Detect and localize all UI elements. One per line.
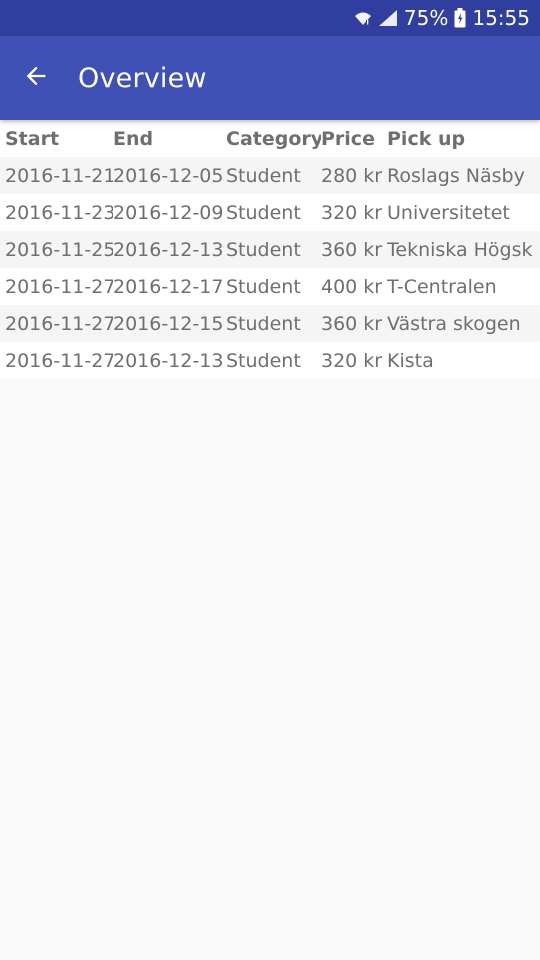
status-bar: 75% 15:55 [0, 0, 540, 36]
cell-pickup: Universitetet [387, 194, 540, 231]
cell-category: Student [226, 305, 321, 342]
app-bar: Overview [0, 36, 540, 120]
column-header-end: End [113, 120, 226, 157]
column-header-category: Category [226, 120, 321, 157]
cell-price: 400 kr [321, 268, 387, 305]
cell-start: 2016-11-25 [0, 231, 113, 268]
cell-end: 2016-12-05 [113, 157, 226, 194]
table-header-row: Start End Category Price Pick up [0, 120, 540, 157]
column-header-pickup: Pick up [387, 120, 540, 157]
cell-start: 2016-11-27 [0, 342, 113, 379]
page-title: Overview [78, 62, 207, 94]
cell-price: 320 kr [321, 194, 387, 231]
cell-pickup: Roslags Näsby [387, 157, 540, 194]
cell-price: 280 kr [321, 157, 387, 194]
cell-price: 360 kr [321, 231, 387, 268]
overview-table: Start End Category Price Pick up 2016-11… [0, 120, 540, 379]
cell-end: 2016-12-17 [113, 268, 226, 305]
cell-category: Student [226, 342, 321, 379]
wifi-icon [354, 9, 372, 27]
table-row[interactable]: 2016-11-27 2016-12-15 Student 360 kr Väs… [0, 305, 540, 342]
cell-pickup: Västra skogen [387, 305, 540, 342]
cell-pickup: Kista [387, 342, 540, 379]
clock: 15:55 [472, 6, 530, 30]
cell-start: 2016-11-23 [0, 194, 113, 231]
cell-category: Student [226, 194, 321, 231]
cell-end: 2016-12-13 [113, 231, 226, 268]
table-row[interactable]: 2016-11-25 2016-12-13 Student 360 kr Tek… [0, 231, 540, 268]
battery-icon [454, 8, 466, 28]
back-button[interactable] [8, 50, 64, 106]
cell-start: 2016-11-27 [0, 268, 113, 305]
cell-price: 320 kr [321, 342, 387, 379]
cell-category: Student [226, 268, 321, 305]
column-header-start: Start [0, 120, 113, 157]
column-header-price: Price [321, 120, 387, 157]
cell-end: 2016-12-13 [113, 342, 226, 379]
cell-start: 2016-11-27 [0, 305, 113, 342]
cell-category: Student [226, 157, 321, 194]
signal-icon [378, 9, 398, 27]
cell-price: 360 kr [321, 305, 387, 342]
cell-pickup: Tekniska Högsk [387, 231, 540, 268]
cell-end: 2016-12-09 [113, 194, 226, 231]
table-row[interactable]: 2016-11-27 2016-12-13 Student 320 kr Kis… [0, 342, 540, 379]
cell-start: 2016-11-21 [0, 157, 113, 194]
arrow-left-icon [22, 62, 50, 94]
cell-end: 2016-12-15 [113, 305, 226, 342]
table-row[interactable]: 2016-11-27 2016-12-17 Student 400 kr T-C… [0, 268, 540, 305]
table-row[interactable]: 2016-11-21 2016-12-05 Student 280 kr Ros… [0, 157, 540, 194]
cell-pickup: T-Centralen [387, 268, 540, 305]
table-row[interactable]: 2016-11-23 2016-12-09 Student 320 kr Uni… [0, 194, 540, 231]
cell-category: Student [226, 231, 321, 268]
battery-percentage: 75% [403, 6, 449, 30]
